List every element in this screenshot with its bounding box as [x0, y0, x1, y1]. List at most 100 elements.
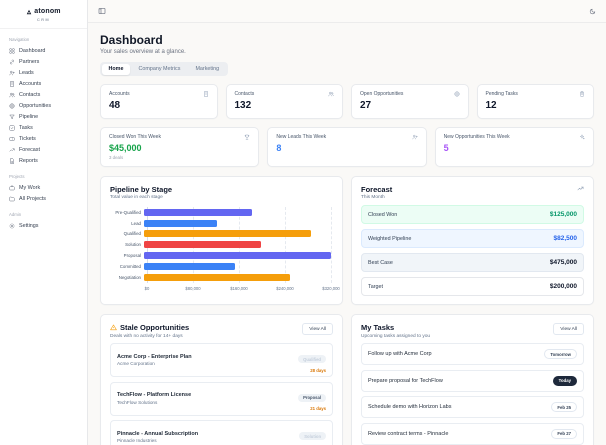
stats-row: Accounts 48 Contacts 132 Open Opportunit…	[100, 84, 594, 119]
sidebar-item-tasks[interactable]: Tasks	[3, 122, 84, 133]
chart-bar-track	[144, 252, 331, 260]
sidebar-item-pipeline[interactable]: Pipeline	[3, 111, 84, 122]
chart-category-label: Qualified	[123, 231, 141, 237]
stat-value: 48	[109, 100, 121, 111]
folder-icon	[9, 196, 15, 202]
file-text-icon	[9, 157, 15, 164]
task-row[interactable]: Prepare proposal for TechFlow Today	[361, 369, 584, 392]
main-area: Dashboard Your sales overview at a glanc…	[88, 0, 606, 445]
nav-section-admin: Admin	[9, 212, 22, 217]
sidebar-item-my-work[interactable]: My Work	[3, 182, 84, 193]
tab-marketing[interactable]: Marketing	[188, 64, 226, 75]
forecast-row-best-case: Best Case $475,000	[361, 253, 584, 272]
user-plus-icon	[412, 134, 418, 140]
highlight-subtext	[276, 155, 417, 160]
forecast-panel: Forecast This Month Closed Won $125,000 …	[351, 175, 594, 305]
users-icon	[328, 91, 334, 97]
stat-value: 27	[360, 100, 372, 111]
trending-up-icon	[577, 185, 584, 192]
building-icon	[9, 81, 15, 87]
page-subtitle: Your sales overview at a glance.	[100, 49, 186, 55]
highlights-row: Closed Won This Week $45,000 3 deals New…	[100, 127, 594, 167]
stage-badge: Qualified	[298, 355, 326, 363]
task-row[interactable]: Schedule demo with Horizon Labs Feb 25	[361, 396, 584, 418]
sidebar-item-leads[interactable]: Leads	[3, 67, 84, 78]
stat-label: Accounts	[109, 91, 130, 97]
stat-card-pending-tasks: Pending Tasks 12	[476, 84, 594, 119]
chart-bar	[144, 241, 261, 249]
task-row[interactable]: Follow up with Acme Corp Tomorrow	[361, 343, 584, 365]
stale-opportunity-row[interactable]: Acme Corp - Enterprise Plan Acme Corpora…	[110, 343, 333, 377]
due-badge: Tomorrow	[544, 349, 577, 359]
stat-card-contacts: Contacts 132	[225, 84, 343, 119]
sidebar-item-dashboard[interactable]: Dashboard	[3, 45, 84, 56]
sidebar: atonom CRM Navigation Dashboard Partners…	[0, 0, 88, 445]
trending-up-icon	[9, 147, 15, 153]
sidebar-item-label: Reports	[19, 157, 38, 164]
stale-opportunity-row[interactable]: Pinnacle - Annual Subscription Pinnacle …	[110, 420, 333, 445]
pipeline-chart-panel: Pipeline by Stage Total value in each st…	[100, 175, 343, 305]
sidebar-item-all-projects[interactable]: All Projects	[3, 193, 84, 204]
task-name: Review contract terms - Pinnacle	[368, 430, 449, 437]
x-tick: $160,000	[230, 285, 248, 291]
theme-toggle-icon[interactable]	[589, 8, 596, 15]
sidebar-item-label: Tickets	[19, 135, 36, 142]
chart-bar	[144, 208, 253, 216]
opportunity-company: Pinnacle Industries	[117, 438, 157, 444]
forecast-row-value: $200,000	[549, 283, 577, 290]
opportunity-company: Acme Corporation	[117, 361, 155, 367]
chart-bar-row: Solution	[110, 239, 333, 250]
forecast-title: Forecast	[361, 184, 393, 194]
sparkles-icon	[579, 134, 585, 140]
task-name: Schedule demo with Horizon Labs	[368, 404, 452, 410]
tab-home[interactable]: Home	[101, 63, 131, 75]
chart-category-label: Lead	[131, 220, 141, 226]
stat-label: Pending Tasks	[485, 91, 518, 97]
sidebar-item-settings[interactable]: Settings	[3, 220, 84, 231]
app-name: atonom	[34, 8, 61, 15]
page-title: Dashboard	[100, 33, 163, 47]
sidebar-item-partners[interactable]: Partners	[3, 56, 84, 67]
sidebar-item-forecast[interactable]: Forecast	[3, 144, 84, 155]
view-all-button[interactable]: View All	[302, 323, 333, 335]
sidebar-item-opportunities[interactable]: Opportunities	[3, 100, 84, 111]
sidebar-item-label: Tasks	[19, 124, 33, 131]
stale-opportunity-row[interactable]: TechFlow - Platform License TechFlow Sol…	[110, 381, 333, 416]
view-all-button[interactable]: View All	[553, 323, 584, 335]
highlight-card-closed-won: Closed Won This Week $45,000 3 deals	[100, 127, 260, 167]
clipboard-icon	[579, 91, 585, 97]
sidebar-item-contacts[interactable]: Contacts	[3, 89, 84, 100]
forecast-row-label: Closed Won	[368, 211, 398, 218]
partners-icon	[9, 59, 15, 65]
forecast-row-label: Weighted Pipeline	[368, 235, 412, 242]
middle-panels: Pipeline by Stage Total value in each st…	[100, 175, 594, 305]
chart-bar-row: Qualified	[110, 229, 333, 240]
funnel-icon	[9, 114, 15, 120]
briefcase-icon	[9, 185, 15, 191]
target-icon	[9, 103, 15, 109]
chart-category-label: Negotiation	[118, 274, 141, 280]
sidebar-item-reports[interactable]: Reports	[3, 155, 84, 166]
chart-bar	[144, 273, 291, 281]
chart-bar-track	[144, 230, 331, 238]
chart-bar-track	[144, 219, 331, 227]
stale-title: Stale Opportunities	[120, 323, 190, 332]
chart-bar-track	[144, 262, 331, 270]
tab-company-metrics[interactable]: Company Metrics	[131, 64, 187, 75]
task-row[interactable]: Review contract terms - Pinnacle Feb 27	[361, 422, 584, 445]
gear-icon	[9, 222, 15, 229]
sidebar-item-accounts[interactable]: Accounts	[3, 78, 84, 89]
app-subname: CRM	[36, 17, 51, 22]
panel-left-icon[interactable]	[98, 7, 106, 15]
sidebar-item-tickets[interactable]: Tickets	[3, 133, 84, 144]
topbar	[88, 0, 606, 23]
highlight-value: 8	[276, 143, 282, 153]
chart-bar	[144, 230, 311, 238]
nav-section-projects: Projects	[9, 174, 25, 179]
days-stale: 28 days	[310, 367, 326, 373]
stat-label: Contacts	[234, 91, 255, 97]
tasks-title: My Tasks	[361, 323, 395, 332]
opportunity-name: Acme Corp - Enterprise Plan	[117, 353, 192, 360]
stat-value: 132	[234, 100, 252, 111]
chart-bar-track	[144, 273, 331, 281]
